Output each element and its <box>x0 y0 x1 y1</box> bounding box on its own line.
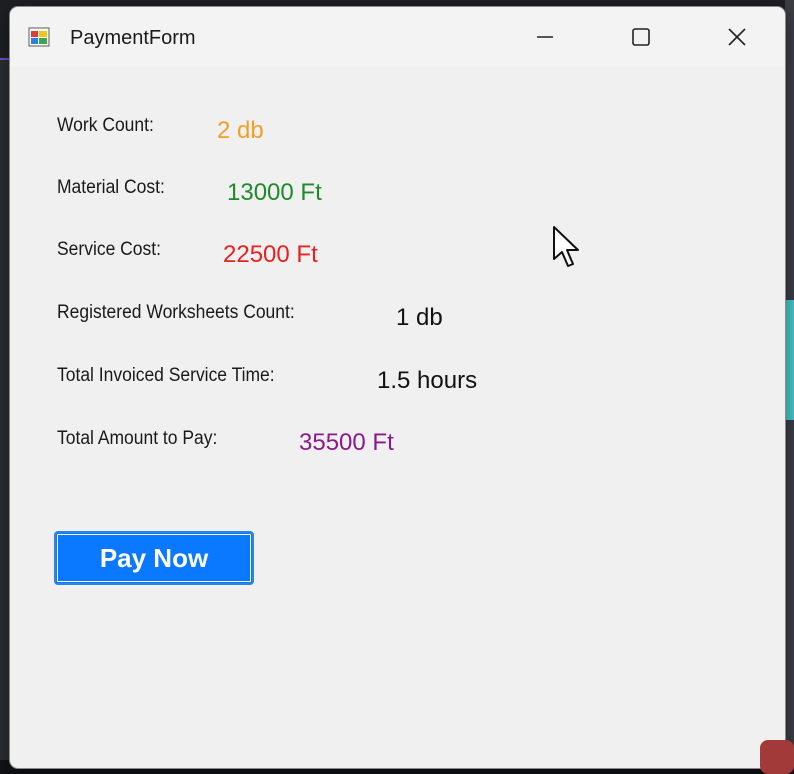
payment-form-window: PaymentForm Work Count: 2 db Material Co… <box>10 7 785 768</box>
title-bar[interactable]: PaymentForm <box>10 7 785 67</box>
service-cost-label: Service Cost: <box>57 239 161 260</box>
winforms-app-icon[interactable] <box>28 27 50 47</box>
maximize-button[interactable] <box>618 19 664 55</box>
service-cost-value: 22500 Ft <box>223 241 318 268</box>
work-count-label: Work Count: <box>57 115 154 136</box>
maximize-icon <box>632 28 650 46</box>
material-cost-value: 13000 Ft <box>227 179 322 206</box>
total-amount-value: 35500 Ft <box>299 429 394 456</box>
close-icon <box>728 28 746 46</box>
pay-now-button[interactable]: Pay Now <box>54 531 254 585</box>
close-button[interactable] <box>714 19 760 55</box>
registered-worksheets-label: Registered Worksheets Count: <box>57 302 295 323</box>
registered-worksheets-value: 1 db <box>396 304 443 331</box>
background-right-accent <box>785 300 794 420</box>
background-corner-accent <box>760 740 794 774</box>
invoiced-service-time-label: Total Invoiced Service Time: <box>57 365 275 386</box>
minimize-icon <box>537 36 553 38</box>
invoiced-service-time-value: 1.5 hours <box>377 367 478 394</box>
minimize-button[interactable] <box>522 19 568 55</box>
mouse-pointer-icon <box>553 226 579 267</box>
total-amount-label: Total Amount to Pay: <box>57 428 218 449</box>
material-cost-label: Material Cost: <box>57 177 165 198</box>
window-title: PaymentForm <box>70 27 196 49</box>
work-count-value: 2 db <box>217 117 264 144</box>
